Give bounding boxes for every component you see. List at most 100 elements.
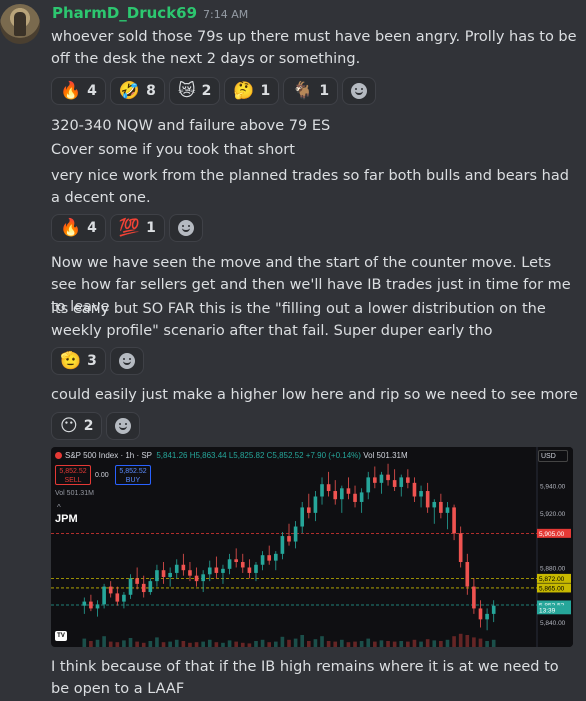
volume-bar	[346, 642, 351, 647]
symbol-label: S&P 500 Index · 1h · SP	[65, 451, 152, 460]
candle-body	[89, 601, 93, 609]
volume-bar	[445, 639, 450, 647]
candle-body	[234, 559, 238, 563]
price-tag-label: 5,865.00	[539, 585, 565, 592]
reaction-button[interactable]: 😿 2	[168, 77, 221, 105]
sell-button[interactable]: 5,852.52 SELL	[55, 465, 91, 485]
volume-bar	[386, 641, 390, 647]
add-reaction-button[interactable]	[109, 347, 144, 375]
goat-icon: 🐐	[292, 80, 314, 101]
ohlc-readout: 5,841.26 H5,863.44 L5,825.82 C5,852.52	[156, 451, 304, 460]
message-text: 320-340 NQW and failure above 79 ES	[51, 118, 331, 134]
reaction-count: 1	[260, 83, 271, 99]
volume-bar	[128, 638, 133, 647]
price-axis-background	[537, 447, 573, 647]
thinking-icon: 🤔	[233, 80, 255, 101]
volume-bar	[194, 642, 199, 647]
candle-body	[174, 564, 179, 573]
candle-body	[293, 526, 298, 542]
volume-bar	[227, 640, 232, 647]
reaction-button[interactable]: 🫡 3	[51, 347, 106, 375]
hundred-icon: 💯	[118, 217, 141, 238]
message-text: whoever sold those 79s up there must hav…	[51, 29, 577, 67]
add-reaction-button[interactable]	[168, 214, 203, 242]
volume-bar	[188, 642, 192, 647]
candle-body	[439, 501, 443, 513]
add-reaction-button[interactable]	[342, 77, 377, 105]
volume-readout: Vol 501.31M	[363, 451, 408, 460]
y-tick-label: 5,840.00	[540, 620, 566, 627]
volume-bar	[353, 641, 357, 647]
reaction-button[interactable]: 🔥 4	[51, 77, 106, 105]
reaction-button[interactable]: 🐐 1	[283, 77, 339, 105]
candle-body	[227, 559, 232, 569]
volume-bar	[181, 641, 186, 647]
reactions-row: 🔥 4 🤣 8 😿 2 🤔 1 🐐 1	[51, 77, 377, 105]
volume-bar	[485, 641, 489, 647]
add-reaction-smile-icon	[177, 220, 194, 236]
reaction-button[interactable]: 🤣 8	[109, 77, 165, 105]
volume-bar	[326, 641, 331, 647]
volume-bar	[214, 642, 219, 647]
price-tag-label: 5,905.00	[539, 531, 565, 538]
candle-body	[135, 578, 139, 584]
fire-icon: 🔥	[60, 80, 82, 101]
rofl-icon: 🤣	[118, 80, 141, 101]
spread-value: 0.00	[95, 472, 109, 479]
volume-bar	[472, 637, 476, 647]
candle-body	[115, 593, 120, 602]
volume-bar	[115, 642, 120, 647]
reaction-button[interactable]: 🔥 4	[51, 214, 106, 242]
user-avatar[interactable]	[0, 4, 40, 44]
username[interactable]: PharmD_Druck69	[52, 4, 197, 22]
add-reaction-smile-icon	[118, 353, 135, 369]
y-tick-label: 5,920.00	[540, 511, 566, 518]
message-text: I think because of that if the IB high r…	[51, 659, 559, 697]
reaction-count: 2	[201, 83, 212, 99]
candle-body	[340, 488, 344, 500]
candle-body	[472, 586, 476, 609]
fire-icon: 🔥	[60, 217, 82, 238]
reactions-row: 🫡 3	[51, 347, 144, 375]
volume-bar	[102, 636, 106, 647]
volume-bar	[122, 640, 126, 647]
reaction-count: 4	[87, 83, 97, 99]
candle-body	[181, 564, 186, 571]
volume-bar	[452, 636, 456, 647]
reaction-button[interactable]: 🤔 1	[224, 77, 280, 105]
volume-bar	[320, 636, 324, 647]
reaction-count: 1	[146, 220, 156, 236]
candle-body	[108, 586, 113, 594]
candle-body	[412, 482, 417, 497]
volume-bar	[267, 642, 272, 647]
volume-bar	[234, 641, 238, 647]
reaction-button[interactable]: 💯 1	[109, 214, 165, 242]
reaction-button[interactable]: 😶 2	[51, 412, 103, 440]
candle-body	[432, 501, 437, 508]
currency-selector[interactable]: USD	[538, 450, 568, 462]
candle-body	[485, 613, 489, 620]
candle-body	[128, 578, 133, 595]
add-reaction-button[interactable]	[106, 412, 141, 440]
candle-body	[300, 507, 305, 527]
volume-bar	[359, 641, 364, 647]
reaction-count: 2	[83, 418, 94, 434]
timestamp[interactable]: 7:14 AM	[203, 8, 248, 21]
candle-body	[399, 477, 404, 487]
candle-body	[247, 567, 252, 573]
volume-bar	[247, 643, 252, 647]
candle-body	[273, 553, 278, 561]
volume-bar	[108, 641, 113, 647]
candle-body	[155, 570, 159, 582]
candle-body	[425, 491, 430, 508]
buy-button[interactable]: 5,852.52 BUY	[115, 465, 151, 485]
add-reaction-smile-icon	[351, 83, 368, 99]
candle-body	[379, 474, 384, 483]
collapse-caret-icon[interactable]: ^	[57, 503, 61, 512]
chart-image-attachment[interactable]: 5,940.00 5,920.00 5,880.00 5,840.00 5,905.00…	[51, 447, 573, 647]
candle-body	[102, 586, 106, 605]
price-tag-label: 13:39	[539, 607, 556, 614]
volume-bar	[458, 633, 463, 647]
reaction-count: 8	[146, 83, 156, 99]
volume-bar	[406, 641, 410, 647]
